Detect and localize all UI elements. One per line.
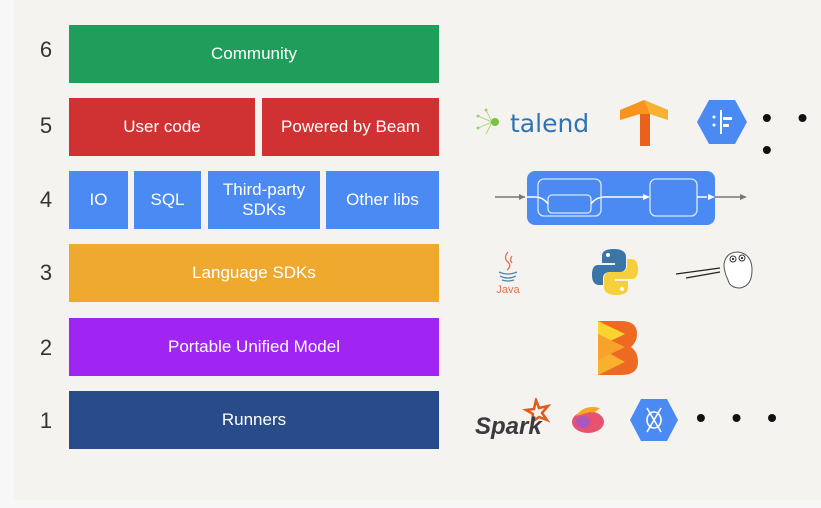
java-logo: Java [496,251,520,296]
powered-by-beam-block: Powered by Beam [262,98,439,156]
more-ellipsis-bottom: • • • [696,402,786,433]
runners-block: Runners [69,391,439,449]
community-block: Community [69,25,439,83]
dataflow-runner-logo [630,399,678,441]
io-block: IO [69,171,128,229]
third-party-sdks-block: Third-party SDKs [208,171,320,229]
java-text: Java [496,284,520,296]
layer-number-3: 3 [39,260,53,285]
spark-logo: Spark [475,398,552,440]
layer-number-5: 5 [39,113,53,138]
user-code-block: User code [69,98,255,156]
tensorflow-logo [620,100,668,146]
spark-text: Spark [475,413,543,440]
portable-unified-model-block: Portable Unified Model [69,318,439,376]
svg-text:talend: talend [510,109,589,138]
language-sdks-block: Language SDKs [69,244,439,302]
layer-number-2: 2 [39,335,53,360]
dataflow-logo [697,100,747,144]
python-logo [592,249,638,295]
beam-logo [598,321,638,375]
layer-number-6: 6 [39,37,53,62]
pipeline-diagram [495,171,747,225]
layer-number-1: 1 [39,408,53,433]
flink-logo [572,407,604,433]
go-gopher-logo [676,251,753,289]
other-libs-block: Other libs [326,171,439,229]
layer-number-4: 4 [39,187,53,212]
talend-logo: talend [476,108,589,138]
sql-block: SQL [134,171,201,229]
more-ellipsis-top: • • • [762,102,817,165]
